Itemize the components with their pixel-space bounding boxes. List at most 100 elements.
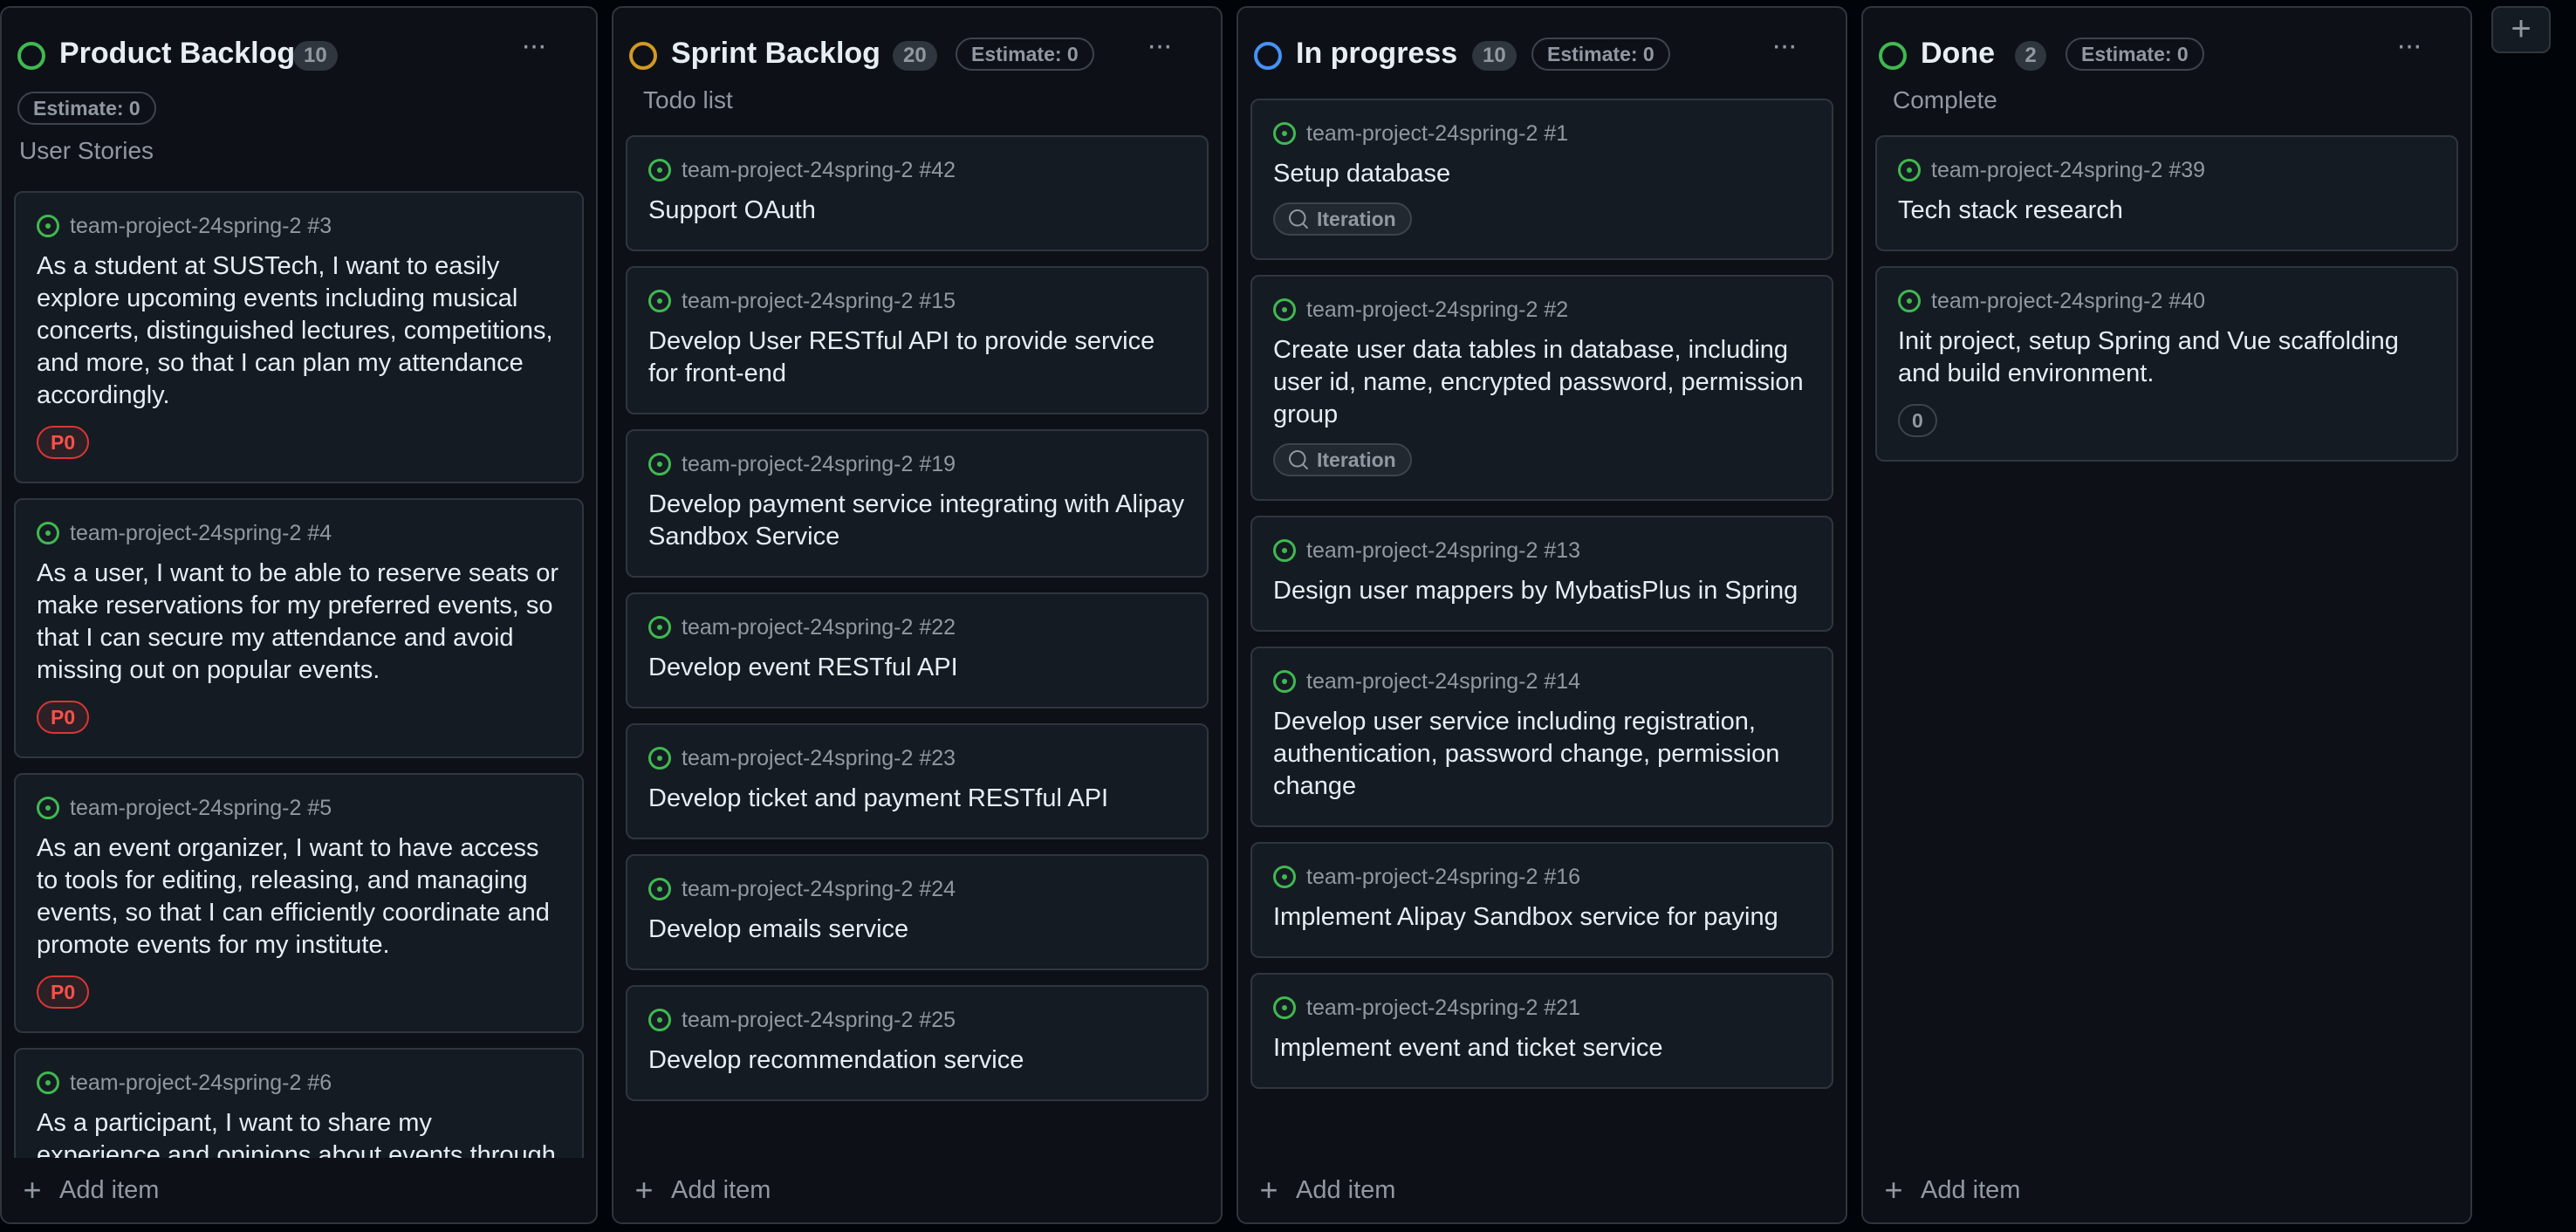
issue-card[interactable]: team-project-24spring-2 #4 As a user, I …: [14, 498, 584, 758]
item-count-badge: 20: [893, 41, 937, 71]
issue-card[interactable]: team-project-24spring-2 #19 Develop paym…: [626, 429, 1209, 578]
issue-card[interactable]: team-project-24spring-2 #3 As a student …: [14, 191, 584, 483]
iteration-label: Iteration: [1317, 448, 1396, 471]
issue-title[interactable]: As a student at SUSTech, I want to easil…: [37, 250, 561, 412]
column-title: Product Backlog: [59, 37, 296, 70]
issue-card[interactable]: team-project-24spring-2 #40 Init project…: [1875, 266, 2458, 462]
issue-reference[interactable]: team-project-24spring-2 #16: [1306, 865, 1580, 890]
priority-label[interactable]: P0: [37, 701, 90, 734]
issue-card[interactable]: team-project-24spring-2 #16 Implement Al…: [1250, 842, 1833, 958]
add-item-button[interactable]: + Add item: [1863, 1158, 2470, 1222]
issue-card[interactable]: team-project-24spring-2 #6 As a particip…: [14, 1048, 584, 1158]
issue-title[interactable]: Design user mappers by MybatisPlus in Sp…: [1273, 575, 1811, 607]
add-item-label: Add item: [671, 1175, 771, 1204]
add-item-button[interactable]: + Add item: [613, 1158, 1221, 1222]
issue-reference[interactable]: team-project-24spring-2 #39: [1931, 158, 2205, 183]
issue-reference[interactable]: team-project-24spring-2 #19: [682, 452, 956, 477]
issue-title[interactable]: Develop ticket and payment RESTful API: [648, 783, 1186, 815]
issue-reference[interactable]: team-project-24spring-2 #40: [1931, 289, 2205, 314]
issue-reference[interactable]: team-project-24spring-2 #23: [682, 746, 956, 771]
card-list: team-project-24spring-2 #3 As a student …: [2, 191, 596, 1158]
issue-title[interactable]: Support OAuth: [648, 195, 1186, 227]
issue-title[interactable]: Develop User RESTful API to provide serv…: [648, 325, 1186, 390]
iteration-label: Iteration: [1317, 208, 1396, 230]
iteration-icon: [1289, 450, 1308, 470]
issue-reference[interactable]: team-project-24spring-2 #3: [70, 214, 332, 239]
add-item-label: Add item: [1296, 1175, 1396, 1204]
add-item-button[interactable]: + Add item: [1238, 1158, 1846, 1222]
issue-reference[interactable]: team-project-24spring-2 #4: [70, 521, 332, 546]
project-board: Product Backlog 10 Estimate: 0 ··· User …: [0, 0, 2576, 1232]
issue-reference[interactable]: team-project-24spring-2 #14: [1306, 669, 1580, 695]
issue-card[interactable]: team-project-24spring-2 #23 Develop tick…: [626, 723, 1209, 839]
item-count-badge: 10: [1472, 41, 1517, 71]
column-product-backlog: Product Backlog 10 Estimate: 0 ··· User …: [0, 6, 598, 1224]
open-issue-icon: [648, 453, 671, 476]
column-menu-button[interactable]: ···: [1762, 31, 1805, 69]
issue-title[interactable]: Init project, setup Spring and Vue scaff…: [1898, 325, 2436, 390]
open-issue-icon: [1273, 866, 1296, 888]
issue-card[interactable]: team-project-24spring-2 #22 Develop even…: [626, 592, 1209, 708]
issue-card[interactable]: team-project-24spring-2 #25 Develop reco…: [626, 985, 1209, 1101]
issue-reference[interactable]: team-project-24spring-2 #1: [1306, 121, 1568, 147]
column-done: Done 2 Estimate: 0 ··· Complete team-pro…: [1861, 6, 2472, 1224]
issue-reference[interactable]: team-project-24spring-2 #42: [682, 158, 956, 183]
plus-icon: +: [1884, 1172, 1903, 1208]
issue-card[interactable]: team-project-24spring-2 #15 Develop User…: [626, 266, 1209, 414]
issue-reference[interactable]: team-project-24spring-2 #5: [70, 796, 332, 821]
issue-title[interactable]: Develop user service including registrat…: [1273, 706, 1811, 803]
issue-card[interactable]: team-project-24spring-2 #13 Design user …: [1250, 516, 1833, 632]
column-menu-button[interactable]: ···: [1137, 31, 1181, 69]
issue-card[interactable]: team-project-24spring-2 #1 Setup databas…: [1250, 99, 1833, 260]
issue-title[interactable]: Implement Alipay Sandbox service for pay…: [1273, 901, 1811, 934]
issue-title[interactable]: Develop emails service: [648, 914, 1186, 946]
open-issue-icon: [648, 747, 671, 770]
issue-title[interactable]: As an event organizer, I want to have ac…: [37, 832, 561, 962]
column-description: User Stories: [19, 137, 154, 164]
issue-title[interactable]: As a user, I want to be able to reserve …: [37, 558, 561, 687]
issue-title[interactable]: Create user data tables in database, inc…: [1273, 334, 1811, 431]
issue-reference[interactable]: team-project-24spring-2 #24: [682, 877, 956, 902]
column-header: Product Backlog 10 Estimate: 0 ··· User …: [2, 8, 596, 182]
issue-reference[interactable]: team-project-24spring-2 #13: [1306, 538, 1580, 564]
open-issue-icon: [648, 290, 671, 312]
priority-label[interactable]: P0: [37, 426, 90, 459]
open-issue-icon: [1273, 298, 1296, 321]
priority-label[interactable]: P0: [37, 975, 90, 1009]
issue-card[interactable]: team-project-24spring-2 #24 Develop emai…: [626, 854, 1209, 970]
issue-card[interactable]: team-project-24spring-2 #5 As an event o…: [14, 773, 584, 1033]
column-title: Sprint Backlog: [671, 37, 880, 70]
issue-title[interactable]: Implement event and ticket service: [1273, 1032, 1811, 1064]
issue-card[interactable]: team-project-24spring-2 #21 Implement ev…: [1250, 973, 1833, 1089]
issue-title[interactable]: Develop event RESTful API: [648, 652, 1186, 684]
issue-title[interactable]: Setup database: [1273, 158, 1811, 190]
card-list: team-project-24spring-2 #1 Setup databas…: [1238, 99, 1846, 1158]
open-issue-icon: [648, 1009, 671, 1031]
issue-title[interactable]: Develop recommendation service: [648, 1044, 1186, 1077]
issue-reference[interactable]: team-project-24spring-2 #25: [682, 1008, 956, 1033]
item-count-badge: 2: [2015, 41, 2046, 71]
issue-card[interactable]: team-project-24spring-2 #14 Develop user…: [1250, 647, 1833, 827]
issue-reference[interactable]: team-project-24spring-2 #22: [682, 615, 956, 640]
status-circle-icon: [1879, 42, 1907, 70]
add-column-button[interactable]: +: [2491, 6, 2551, 53]
issue-reference[interactable]: team-project-24spring-2 #21: [1306, 996, 1580, 1021]
column-menu-button[interactable]: ···: [2387, 31, 2430, 69]
estimate-badge: Estimate: 0: [2066, 38, 2204, 71]
issue-title[interactable]: As a participant, I want to share my exp…: [37, 1107, 561, 1158]
open-issue-icon: [1273, 996, 1296, 1019]
issue-card[interactable]: team-project-24spring-2 #42 Support OAut…: [626, 135, 1209, 251]
column-menu-button[interactable]: ···: [511, 31, 555, 69]
issue-title[interactable]: Tech stack research: [1898, 195, 2436, 227]
number-field-label[interactable]: 0: [1898, 404, 1937, 437]
issue-reference[interactable]: team-project-24spring-2 #15: [682, 289, 956, 314]
issue-card[interactable]: team-project-24spring-2 #2 Create user d…: [1250, 275, 1833, 501]
iteration-field[interactable]: Iteration: [1273, 443, 1412, 476]
issue-reference[interactable]: team-project-24spring-2 #2: [1306, 298, 1568, 323]
add-item-button[interactable]: + Add item: [2, 1158, 596, 1222]
iteration-field[interactable]: Iteration: [1273, 202, 1412, 236]
issue-card[interactable]: team-project-24spring-2 #39 Tech stack r…: [1875, 135, 2458, 251]
issue-reference[interactable]: team-project-24spring-2 #6: [70, 1071, 332, 1096]
issue-title[interactable]: Develop payment service integrating with…: [648, 489, 1186, 553]
plus-icon: +: [23, 1172, 42, 1208]
